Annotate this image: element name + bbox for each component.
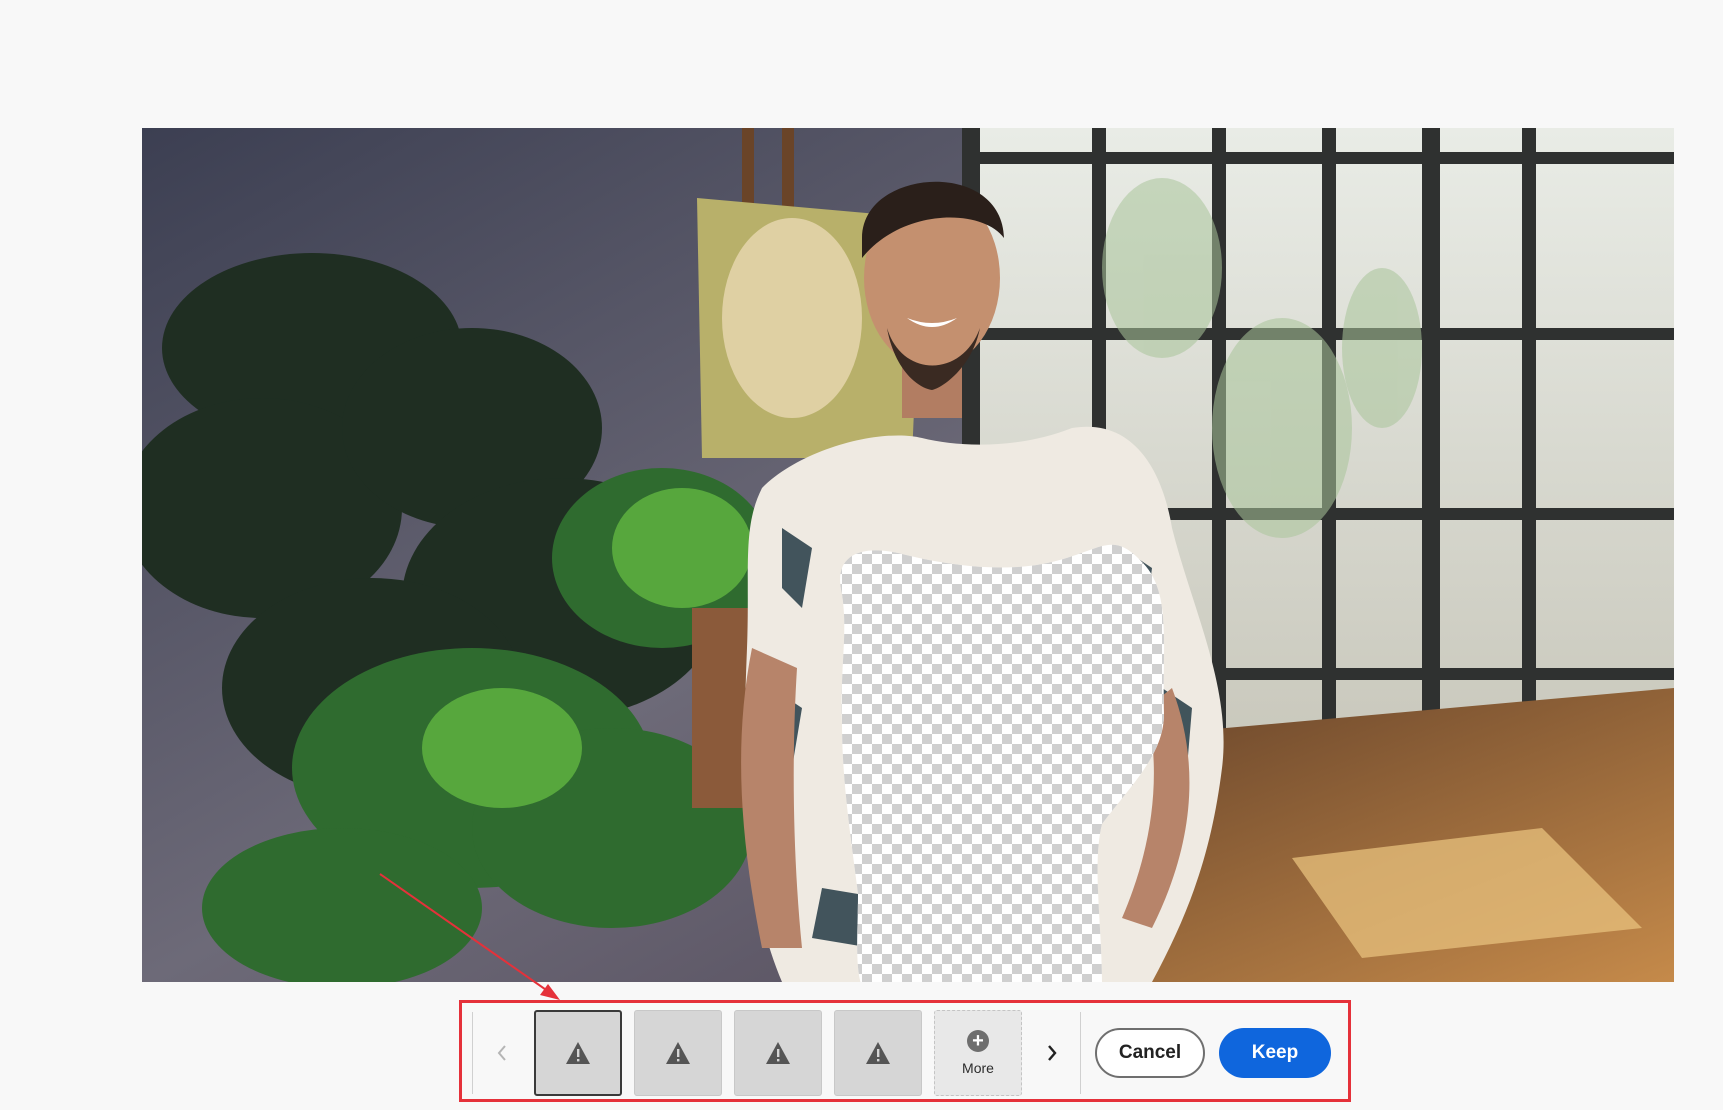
image-canvas[interactable]: [142, 128, 1674, 982]
annotation-highlight-box: [459, 1000, 1351, 1102]
